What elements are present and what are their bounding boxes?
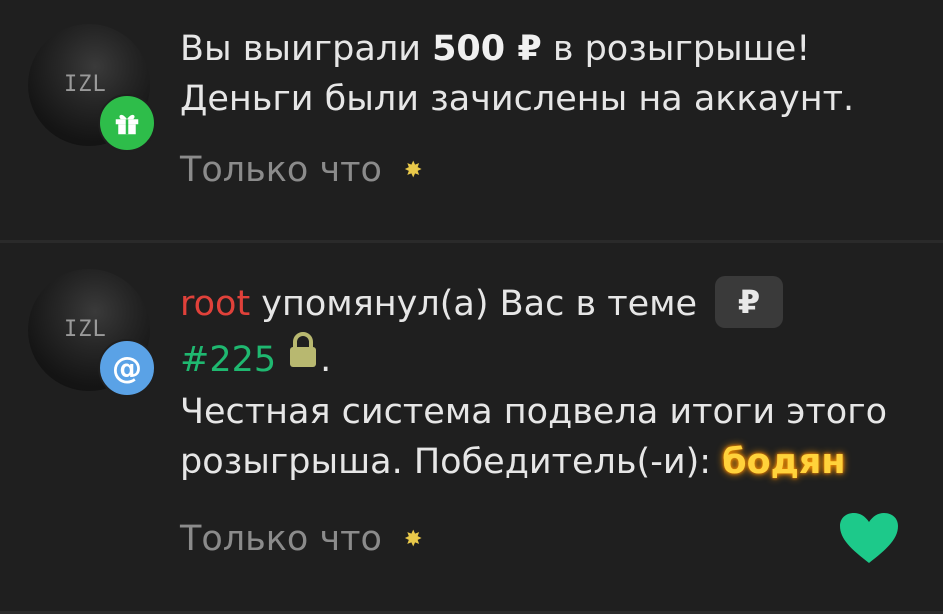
topic-prefix-chip: ₽ [715, 276, 784, 328]
punctuation: . [320, 340, 332, 380]
prize-message: Вы выиграли 500 ₽ в розыгрыше! Деньги бы… [180, 24, 854, 124]
message-text: Вы выиграли [180, 29, 433, 69]
mention-message: root упомянул(а) Вас в теме ₽ #225. Честн… [180, 276, 910, 487]
avatar-mark: IZL [64, 72, 107, 97]
heart-icon[interactable] [838, 511, 900, 569]
username-link[interactable]: root [180, 284, 250, 324]
gift-badge [98, 94, 156, 152]
lock-icon [286, 331, 320, 383]
at-sign-icon: @ [98, 339, 156, 397]
timestamp-text: Только что [180, 150, 382, 190]
timestamp: Только что ✸ [180, 519, 422, 559]
action-text: упомянул(а) Вас в теме [250, 284, 698, 324]
timestamp: Только что ✸ [180, 150, 422, 190]
gift-icon [115, 114, 139, 135]
winner-link[interactable]: бодян [722, 442, 845, 482]
topic-link[interactable]: #225 [180, 340, 276, 380]
message-text: в розыгрыше! [541, 29, 811, 69]
notification-prize[interactable]: IZL Вы выиграли 500 ₽ в розыгрыше! Деньг… [0, 0, 943, 240]
prize-amount: 500 ₽ [432, 29, 542, 69]
timestamp-text: Только что [180, 519, 382, 559]
avatar-mark: IZL [64, 317, 107, 342]
message-text: Деньги были зачислены на аккаунт. [180, 79, 855, 119]
sparkle-icon: ✸ [403, 526, 423, 552]
notification-mention[interactable]: IZL @ root упомянул(а) Вас в теме ₽ #225.… [0, 243, 943, 611]
sparkle-icon: ✸ [403, 157, 423, 183]
